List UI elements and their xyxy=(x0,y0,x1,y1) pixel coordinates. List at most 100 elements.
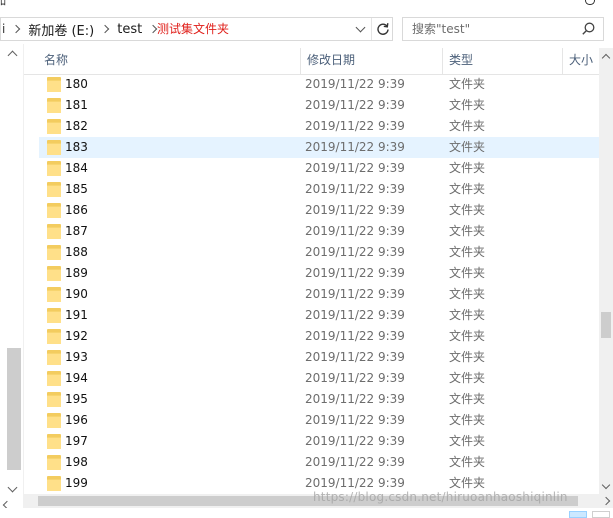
file-row[interactable]: 196 2019/11/22 9:39 文件夹 xyxy=(39,410,599,431)
column-header-type[interactable]: 类型 xyxy=(442,48,562,75)
file-type: 文件夹 xyxy=(449,224,486,238)
folder-icon xyxy=(47,476,61,491)
address-bar[interactable]: i 新加卷 (E:) test 测试集文件夹 xyxy=(0,17,393,41)
file-type: 文件夹 xyxy=(449,287,486,301)
tiles-view-icon[interactable] xyxy=(592,511,610,518)
file-name[interactable]: 181 xyxy=(65,95,88,116)
folder-icon xyxy=(47,119,61,134)
file-row[interactable]: 182 2019/11/22 9:39 文件夹 xyxy=(39,116,599,137)
file-modified-date: 2019/11/22 9:39 xyxy=(305,161,405,175)
file-row[interactable]: 181 2019/11/22 9:39 文件夹 xyxy=(39,95,599,116)
arrow-down-icon[interactable] xyxy=(601,480,611,490)
file-row[interactable]: 186 2019/11/22 9:39 文件夹 xyxy=(39,200,599,221)
folder-icon xyxy=(47,203,61,218)
file-type: 文件夹 xyxy=(449,329,486,343)
folder-icon xyxy=(47,140,61,155)
folder-icon xyxy=(47,371,61,386)
arrow-down-icon[interactable] xyxy=(7,482,18,493)
minimize-icon[interactable] xyxy=(585,0,595,5)
file-row[interactable]: 192 2019/11/22 9:39 文件夹 xyxy=(39,326,599,347)
file-modified-date: 2019/11/22 9:39 xyxy=(305,392,405,406)
file-name[interactable]: 186 xyxy=(65,200,88,221)
address-history-button[interactable] xyxy=(350,18,370,40)
column-header-date[interactable]: 修改日期 xyxy=(300,48,442,75)
file-modified-date: 2019/11/22 9:39 xyxy=(305,203,405,217)
chevron-right-icon[interactable] xyxy=(100,24,110,34)
file-modified-date: 2019/11/22 9:39 xyxy=(305,308,405,322)
search-icon[interactable] xyxy=(582,22,595,35)
file-list[interactable]: 180 2019/11/22 9:39 文件夹 181 2019/11/22 9:39 文… xyxy=(24,74,599,494)
file-name[interactable]: 198 xyxy=(65,452,88,473)
file-row[interactable]: 191 2019/11/22 9:39 文件夹 xyxy=(39,305,599,326)
file-name[interactable]: 184 xyxy=(65,158,88,179)
file-type: 文件夹 xyxy=(449,98,486,112)
file-modified-date: 2019/11/22 9:39 xyxy=(305,245,405,259)
file-row[interactable]: 197 2019/11/22 9:39 文件夹 xyxy=(39,431,599,452)
file-type: 文件夹 xyxy=(449,371,486,385)
file-name[interactable]: 194 xyxy=(65,368,88,389)
file-name[interactable]: 188 xyxy=(65,242,88,263)
file-name[interactable]: 180 xyxy=(65,74,88,95)
file-modified-date: 2019/11/22 9:39 xyxy=(305,98,405,112)
file-row[interactable]: 193 2019/11/22 9:39 文件夹 xyxy=(39,347,599,368)
folder-icon xyxy=(47,287,61,302)
file-row[interactable]: 195 2019/11/22 9:39 文件夹 xyxy=(39,389,599,410)
file-row[interactable]: 180 2019/11/22 9:39 文件夹 xyxy=(39,74,599,95)
file-type: 文件夹 xyxy=(449,434,486,448)
arrow-up-icon[interactable] xyxy=(601,53,611,63)
file-modified-date: 2019/11/22 9:39 xyxy=(305,266,405,280)
chevron-right-icon[interactable] xyxy=(12,24,21,34)
file-name[interactable]: 192 xyxy=(65,326,88,347)
file-list-scrollbar[interactable] xyxy=(599,48,613,494)
arrow-right-icon[interactable] xyxy=(601,496,611,506)
file-type: 文件夹 xyxy=(449,350,486,364)
folder-icon xyxy=(47,266,61,281)
file-modified-date: 2019/11/22 9:39 xyxy=(305,350,405,364)
file-name[interactable]: 199 xyxy=(65,473,88,494)
file-modified-date: 2019/11/22 9:39 xyxy=(305,371,405,385)
file-modified-date: 2019/11/22 9:39 xyxy=(305,455,405,469)
file-name[interactable]: 191 xyxy=(65,305,88,326)
breadcrumb-test[interactable]: test xyxy=(117,22,142,37)
file-name[interactable]: 183 xyxy=(65,137,88,158)
file-row[interactable]: 189 2019/11/22 9:39 文件夹 xyxy=(39,263,599,284)
file-row[interactable]: 188 2019/11/22 9:39 文件夹 xyxy=(39,242,599,263)
file-name[interactable]: 190 xyxy=(65,284,88,305)
file-row[interactable]: 190 2019/11/22 9:39 文件夹 xyxy=(39,284,599,305)
details-view-icon[interactable] xyxy=(569,511,587,518)
refresh-button[interactable] xyxy=(371,18,393,40)
file-name[interactable]: 195 xyxy=(65,389,88,410)
file-row[interactable]: 187 2019/11/22 9:39 文件夹 xyxy=(39,221,599,242)
file-name[interactable]: 196 xyxy=(65,410,88,431)
file-row[interactable]: 184 2019/11/22 9:39 文件夹 xyxy=(39,158,599,179)
file-modified-date: 2019/11/22 9:39 xyxy=(305,287,405,301)
folder-icon xyxy=(47,77,61,92)
file-name[interactable]: 197 xyxy=(65,431,88,452)
file-row[interactable]: 194 2019/11/22 9:39 文件夹 xyxy=(39,368,599,389)
column-header-name[interactable]: 名称 xyxy=(38,48,300,75)
file-row[interactable]: 185 2019/11/22 9:39 文件夹 xyxy=(39,179,599,200)
file-name[interactable]: 182 xyxy=(65,116,88,137)
breadcrumb: i 新加卷 (E:) test xyxy=(1,18,165,40)
chevron-down-icon xyxy=(355,22,365,32)
breadcrumb-fragment[interactable]: i xyxy=(2,22,5,36)
breadcrumb-drive[interactable]: 新加卷 (E:) xyxy=(28,20,94,39)
nav-scroll-thumb[interactable] xyxy=(7,348,21,470)
refresh-icon xyxy=(376,23,389,35)
navigation-pane[interactable] xyxy=(0,44,24,518)
arrow-up-icon[interactable] xyxy=(7,50,18,61)
file-scroll-thumb[interactable] xyxy=(601,312,611,338)
file-type: 文件夹 xyxy=(449,161,486,175)
file-name[interactable]: 193 xyxy=(65,347,88,368)
file-name[interactable]: 187 xyxy=(65,221,88,242)
nav-scrollbar[interactable] xyxy=(0,44,23,518)
column-header-size[interactable]: 大小 xyxy=(562,48,602,75)
search-box[interactable] xyxy=(402,17,604,41)
file-row[interactable]: 198 2019/11/22 9:39 文件夹 xyxy=(39,452,599,473)
file-row[interactable]: 183 2019/11/22 9:39 文件夹 xyxy=(39,137,599,158)
file-name[interactable]: 185 xyxy=(65,179,88,200)
file-name[interactable]: 189 xyxy=(65,263,88,284)
folder-icon xyxy=(47,434,61,449)
search-input[interactable] xyxy=(403,18,578,40)
file-modified-date: 2019/11/22 9:39 xyxy=(305,182,405,196)
